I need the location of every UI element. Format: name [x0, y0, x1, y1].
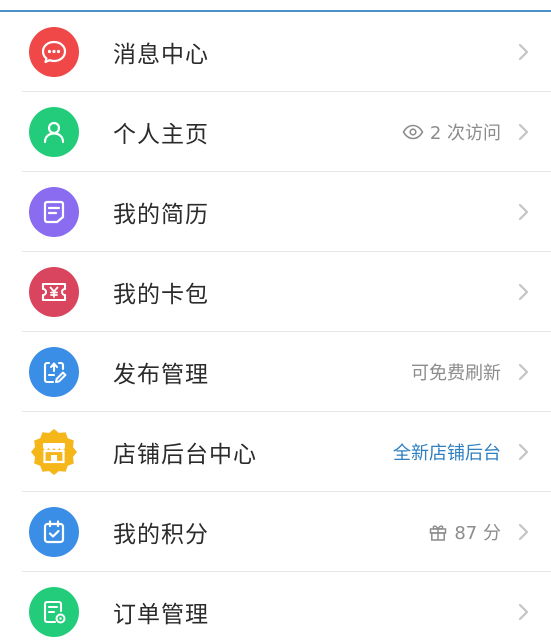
chevron-right-icon	[517, 283, 531, 301]
menu-item-points[interactable]: 我的积分 87 分	[0, 492, 551, 572]
new-store-backend-link[interactable]: 全新店铺后台	[393, 439, 501, 465]
chevron-right-icon	[517, 443, 531, 461]
order-icon	[29, 587, 79, 637]
menu-item-label: 发布管理	[113, 362, 209, 388]
visit-count: 2 次访问	[402, 119, 501, 145]
menu-item-messages[interactable]: 消息中心	[0, 12, 551, 92]
chevron-right-icon	[517, 203, 531, 221]
visit-count-text: 2 次访问	[429, 123, 501, 144]
menu-item-label: 店铺后台中心	[113, 442, 257, 468]
menu-item-label: 消息中心	[113, 42, 209, 68]
free-refresh-hint: 可免费刷新	[411, 363, 501, 384]
menu-item-resume[interactable]: 我的简历	[0, 172, 551, 252]
menu-item-card-wallet[interactable]: 我的卡包	[0, 252, 551, 332]
menu-item-label: 个人主页	[113, 122, 209, 148]
chevron-right-icon	[517, 603, 531, 621]
menu-item-label: 我的卡包	[113, 282, 209, 308]
yen-card-icon	[29, 267, 79, 317]
menu-item-publish-manage[interactable]: 发布管理 可免费刷新	[0, 332, 551, 412]
publish-edit-icon	[29, 347, 79, 397]
chevron-right-icon	[517, 123, 531, 141]
menu-item-label: 我的简历	[113, 202, 209, 228]
points-count: 87 分	[428, 519, 501, 545]
menu-item-label: 我的积分	[113, 522, 209, 548]
menu-item-profile[interactable]: 个人主页 2 次访问	[0, 92, 551, 172]
chevron-right-icon	[517, 43, 531, 61]
eye-icon	[402, 124, 424, 140]
calendar-check-icon	[29, 507, 79, 557]
menu-item-order-manage[interactable]: 订单管理	[0, 572, 551, 640]
chevron-right-icon	[517, 363, 531, 381]
chevron-right-icon	[517, 523, 531, 541]
resume-icon	[29, 187, 79, 237]
menu-item-label: 订单管理	[113, 602, 209, 628]
points-text: 87 分	[454, 523, 501, 544]
chat-bubble-icon	[29, 27, 79, 77]
person-icon	[29, 107, 79, 157]
menu-list: 消息中心 个人主页 2 次访问 我的简历 我的卡包 发布管理 可免费刷新 店铺后…	[0, 12, 551, 640]
menu-item-store-backend[interactable]: 店铺后台中心 全新店铺后台	[0, 412, 551, 492]
gift-icon	[430, 525, 447, 541]
top-divider	[0, 0, 551, 12]
store-icon	[29, 427, 79, 477]
